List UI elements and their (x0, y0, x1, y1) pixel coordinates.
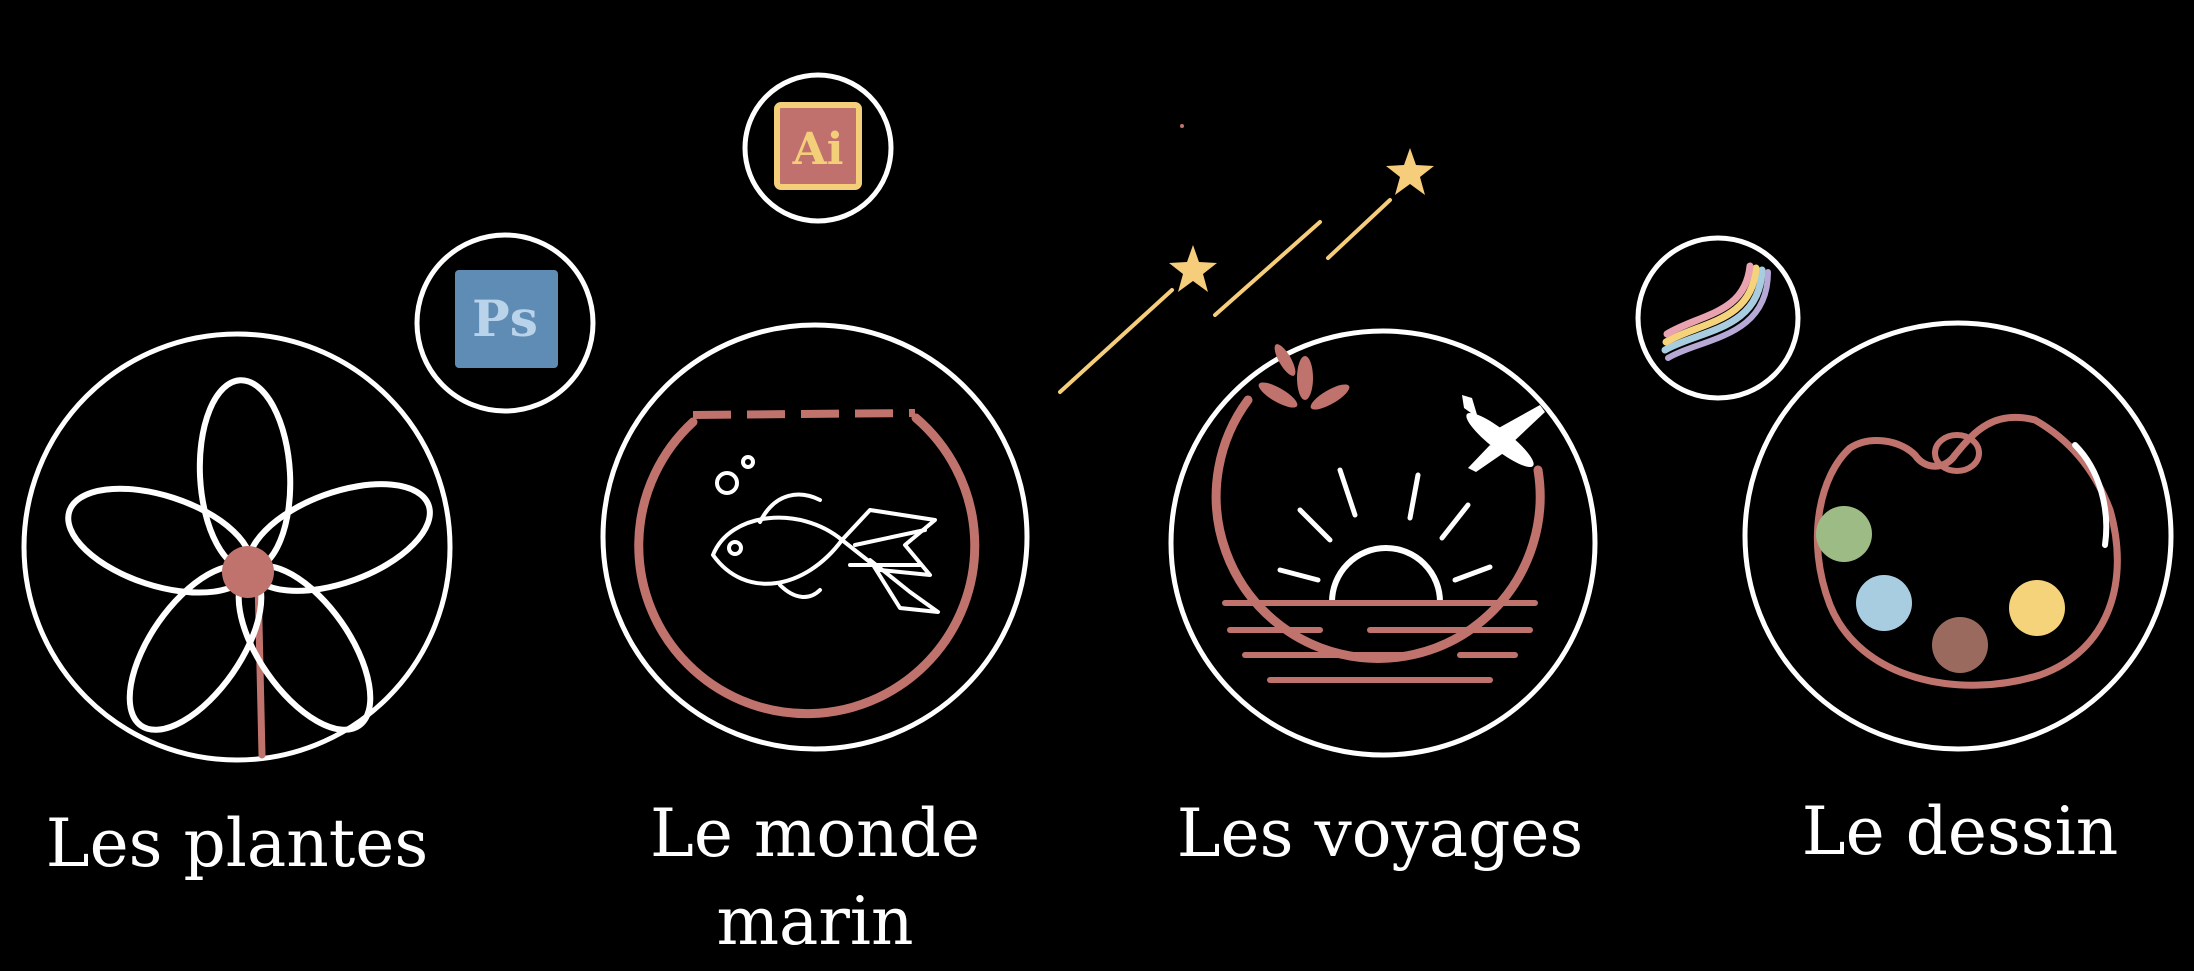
caption-le-monde-marin: Le monde marin (650, 795, 980, 960)
rainbow-brush-icon (1635, 235, 1801, 401)
photoshop-icon: Ps (414, 232, 596, 414)
illustrator-label: Ai (792, 124, 844, 175)
paint-dots (1816, 506, 2065, 673)
airplane-icon (1462, 395, 1545, 472)
paint-palette-icon (1742, 320, 2174, 752)
flower-icon (21, 331, 453, 763)
shooting-star-icon (1058, 124, 1434, 394)
illustrator-icon: Ai (742, 72, 894, 224)
caption-le-dessin: Le dessin (1801, 793, 2119, 870)
caption-les-voyages: Les voyages (1176, 795, 1584, 872)
sunset-travel-icon (1168, 328, 1598, 758)
fishbowl-icon (600, 322, 1030, 752)
palm-leaves (1258, 344, 1350, 410)
photoshop-label: Ps (472, 289, 538, 348)
caption-les-plantes: Les plantes (45, 805, 429, 882)
